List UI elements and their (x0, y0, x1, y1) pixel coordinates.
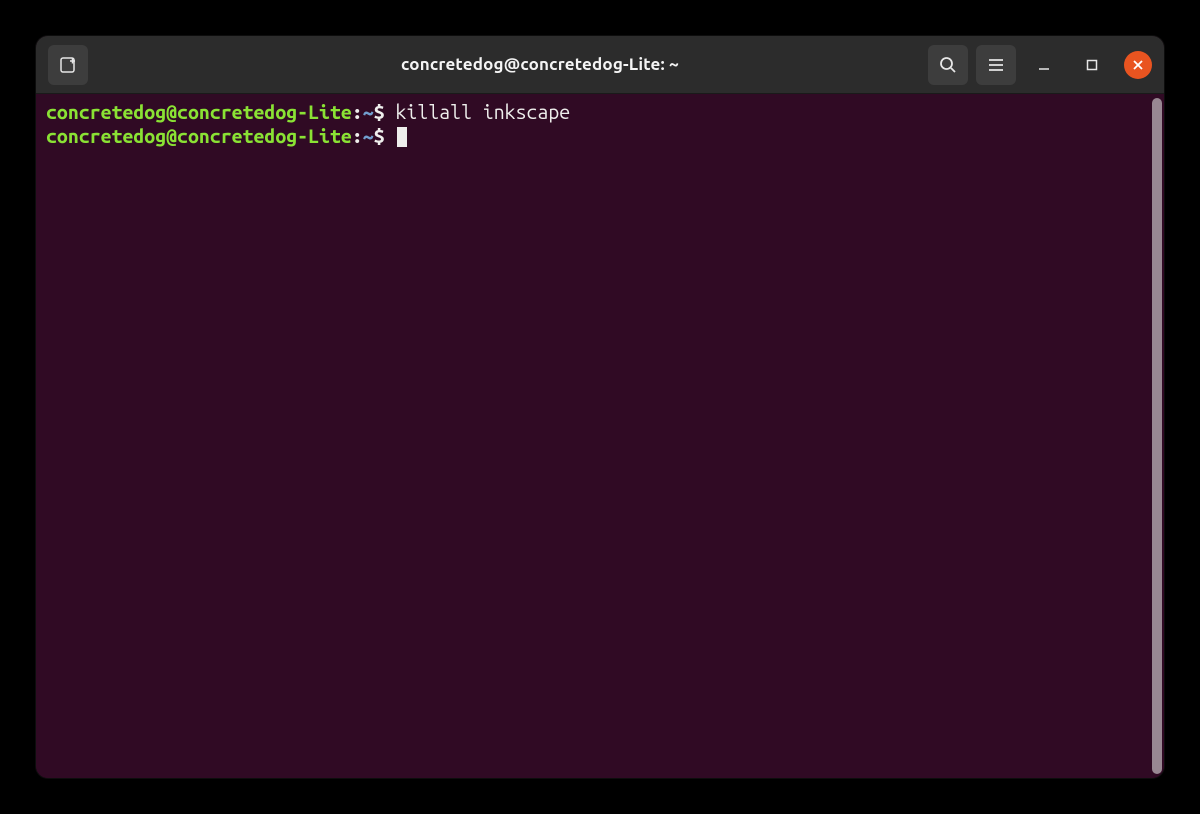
titlebar-right (832, 45, 1152, 85)
prompt-colon: : (352, 125, 363, 147)
scrollbar[interactable] (1152, 98, 1162, 774)
prompt-path: ~ (363, 125, 374, 147)
titlebar[interactable]: concretedog@concretedog-Lite: ~ (36, 36, 1164, 94)
prompt-dollar: $ (374, 125, 385, 147)
close-icon (1131, 58, 1145, 72)
new-tab-button[interactable] (48, 45, 88, 85)
new-tab-icon (58, 55, 78, 75)
prompt-path: ~ (363, 101, 374, 123)
search-icon (939, 56, 957, 74)
search-button[interactable] (928, 45, 968, 85)
prompt-colon: : (352, 101, 363, 123)
prompt-dollar: $ (374, 101, 385, 123)
maximize-button[interactable] (1072, 45, 1112, 85)
terminal-line: concretedog@concretedog-Lite:~$ (46, 124, 1154, 148)
close-button[interactable] (1124, 51, 1152, 79)
prompt-userhost: concretedog@concretedog-Lite (46, 125, 352, 147)
hamburger-icon (987, 56, 1005, 74)
minimize-icon (1037, 58, 1051, 72)
terminal-window: concretedog@concretedog-Lite: ~ (36, 36, 1164, 778)
prompt-userhost: concretedog@concretedog-Lite (46, 101, 352, 123)
menu-button[interactable] (976, 45, 1016, 85)
maximize-icon (1085, 58, 1099, 72)
command-text: killall inkscape (385, 101, 571, 123)
minimize-button[interactable] (1024, 45, 1064, 85)
window-title: concretedog@concretedog-Lite: ~ (256, 55, 824, 74)
terminal-line: concretedog@concretedog-Lite:~$ killall … (46, 100, 1154, 124)
command-text (385, 125, 396, 147)
titlebar-left (48, 45, 248, 85)
cursor (397, 127, 407, 147)
terminal-body[interactable]: concretedog@concretedog-Lite:~$ killall … (36, 94, 1164, 778)
